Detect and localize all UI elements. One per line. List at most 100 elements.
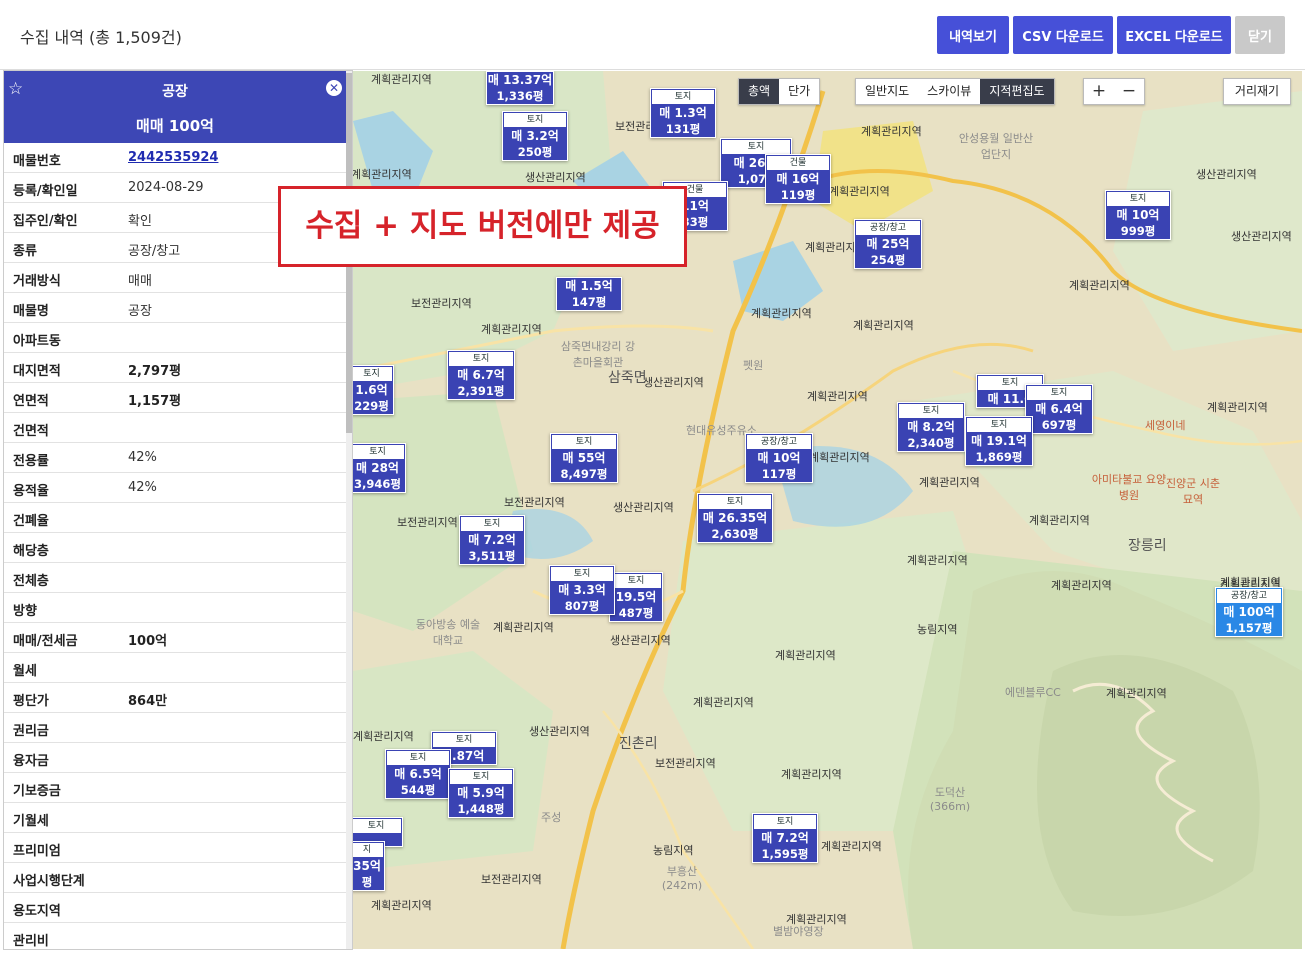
cadastral-map-tab[interactable]: 지적편집도	[980, 79, 1054, 104]
listing-marker[interactable]: 토지 매 28억 3,946평	[353, 443, 406, 493]
listing-marker[interactable]: 토지 매 3.3억 807평	[549, 565, 615, 615]
detail-row: 관리비	[4, 923, 346, 949]
marker-area: 3,946평	[354, 477, 401, 491]
marker-type: 토지	[699, 495, 771, 509]
marker-type: 지	[353, 843, 383, 857]
row-value: 100억	[128, 634, 168, 649]
unit-price-tab[interactable]: 단가	[779, 79, 819, 104]
marker-price: 매 28억	[356, 461, 399, 475]
close-icon[interactable]: ✕	[326, 80, 342, 96]
detail-row: 전체층	[4, 563, 346, 593]
marker-price: 매 6.4억	[1035, 402, 1083, 416]
marker-price: 1.6억	[355, 383, 388, 397]
listing-marker[interactable]: 건물 매 16억 119평	[765, 154, 831, 204]
zone-label: 생산관리지역	[610, 634, 671, 647]
listing-marker[interactable]: 토지 매 3.2억 250평	[502, 111, 568, 161]
zone-label: 계획관리지역	[781, 768, 842, 781]
row-key: 전용률	[13, 454, 49, 469]
listing-marker[interactable]: 토지 매 8.2억 2,340평	[897, 402, 965, 452]
csv-download-button[interactable]: CSV 다운로드	[1013, 16, 1113, 54]
marker-type: 토지	[450, 770, 512, 784]
detail-row: 거래방식 매매	[4, 263, 346, 293]
zone-label: 계획관리지역	[775, 649, 836, 662]
place-label: 삼죽면	[608, 370, 647, 386]
zone-label: 계획관리지역	[1106, 687, 1167, 700]
marker-area: 544평	[400, 783, 436, 797]
listing-marker[interactable]: 매 13.37억 1,336평	[486, 71, 554, 105]
zone-label: 계획관리지역	[693, 696, 754, 709]
close-button[interactable]: 닫기	[1235, 16, 1285, 54]
normal-map-tab[interactable]: 일반지도	[856, 79, 918, 104]
marker-area: 999평	[1120, 224, 1156, 238]
zone-label: 보전관리지역	[411, 297, 472, 310]
listing-marker[interactable]: 토지 19.5억 487평	[609, 572, 663, 622]
zone-label: 생산관리지역	[613, 501, 674, 514]
row-key: 매물명	[13, 304, 49, 319]
listing-marker[interactable]: 토지 매 55억 8,497평	[550, 433, 618, 483]
place-label: 에덴블루CC	[1005, 686, 1061, 699]
listing-marker[interactable]: 토지 매 6.5억 544평	[385, 749, 451, 799]
detail-row: 매물번호 2442535924	[4, 143, 346, 173]
row-key: 건면적	[13, 424, 49, 439]
zoom-out-button[interactable]: −	[1114, 79, 1144, 104]
detail-row: 월세	[4, 653, 346, 683]
row-key: 집주인/확인	[13, 214, 78, 229]
listing-marker[interactable]: 매 1.5억 147평	[556, 277, 622, 311]
price-toggle: 총액 단가	[738, 78, 821, 105]
place-label: 부흥산 (242m)	[661, 865, 703, 892]
zoom-in-button[interactable]: +	[1084, 79, 1114, 104]
listing-marker[interactable]: 토지 매 10억 999평	[1105, 190, 1171, 240]
listing-marker[interactable]: 공장/창고 매 25억 254평	[854, 219, 922, 269]
excel-download-button[interactable]: EXCEL 다운로드	[1117, 16, 1231, 54]
row-key: 대지면적	[13, 364, 61, 379]
zone-label: 농림지역	[917, 623, 958, 636]
listing-marker[interactable]: 토지 매 7.2억 3,511평	[459, 515, 525, 565]
listing-marker[interactable]: 토지 매 6.4억 697평	[1025, 384, 1093, 434]
row-key: 관리비	[13, 934, 49, 949]
listing-number-link[interactable]: 2442535924	[128, 150, 218, 165]
marker-type: 토지	[899, 404, 963, 418]
zone-label: 계획관리지역	[907, 554, 968, 567]
skyview-tab[interactable]: 스카이뷰	[918, 79, 980, 104]
map-type-toggle: 일반지도 스카이뷰 지적편집도	[855, 78, 1055, 105]
detail-row: 건면적	[4, 413, 346, 443]
zone-label: 생산관리지역	[529, 725, 590, 738]
listing-marker[interactable]: 지 35억 평	[353, 841, 385, 891]
row-key: 연면적	[13, 394, 49, 409]
listing-marker[interactable]: 토지 매 5.9억 1,448평	[448, 768, 514, 818]
marker-area: 8,497평	[560, 467, 608, 481]
listing-marker[interactable]: 토지 매 6.7억 2,391평	[447, 350, 515, 400]
row-value: 공장	[128, 304, 152, 319]
listing-marker[interactable]: 토지 매 19.1억 1,869평	[965, 416, 1033, 466]
marker-type: 토지	[1107, 192, 1169, 206]
marker-type: 토지	[433, 733, 495, 747]
marker-type: 토지	[552, 435, 616, 449]
listing-marker[interactable]: 토지 매 7.2억 1,595평	[752, 813, 818, 863]
zone-label: 계획관리지역	[853, 319, 914, 332]
marker-area: 1,595평	[761, 847, 809, 861]
place-label: 삼죽면내강리 강촌마을회관	[560, 340, 636, 369]
listing-marker[interactable]: 토지 1.6억 229평	[353, 365, 394, 415]
marker-type: 토지	[652, 90, 714, 104]
listing-marker[interactable]: 토지 매 1.3억 131평	[650, 88, 716, 138]
detail-row: 연면적 1,157평	[4, 383, 346, 413]
detail-row: 해당층	[4, 533, 346, 563]
zone-label: 계획관리지역	[353, 168, 412, 181]
marker-type: 토지	[611, 574, 661, 588]
listing-marker[interactable]: 토지 매 26.35억 2,630평	[697, 493, 773, 543]
view-history-button[interactable]: 내역보기	[937, 16, 1009, 54]
detail-row: 용적율 42%	[4, 473, 346, 503]
measure-distance-button[interactable]: 거리재기	[1223, 78, 1291, 105]
selected-listing-marker[interactable]: 공장/창고 매 100억 1,157평	[1215, 587, 1283, 637]
listing-marker[interactable]: 공장/창고 매 10억 117평	[745, 433, 813, 483]
row-value: 2,797평	[128, 364, 182, 379]
total-price-tab[interactable]: 총액	[739, 79, 780, 104]
marker-type: 토지	[353, 819, 401, 833]
zone-label: 계획관리지역	[481, 323, 542, 336]
marker-type: 토지	[754, 815, 816, 829]
marker-price: 매 8.2억	[907, 420, 955, 434]
marker-price: 매 26.35억	[702, 511, 768, 525]
marker-price: 매 6.7억	[457, 368, 505, 382]
row-key: 방향	[13, 604, 37, 619]
row-value: 공장/창고	[128, 244, 181, 259]
